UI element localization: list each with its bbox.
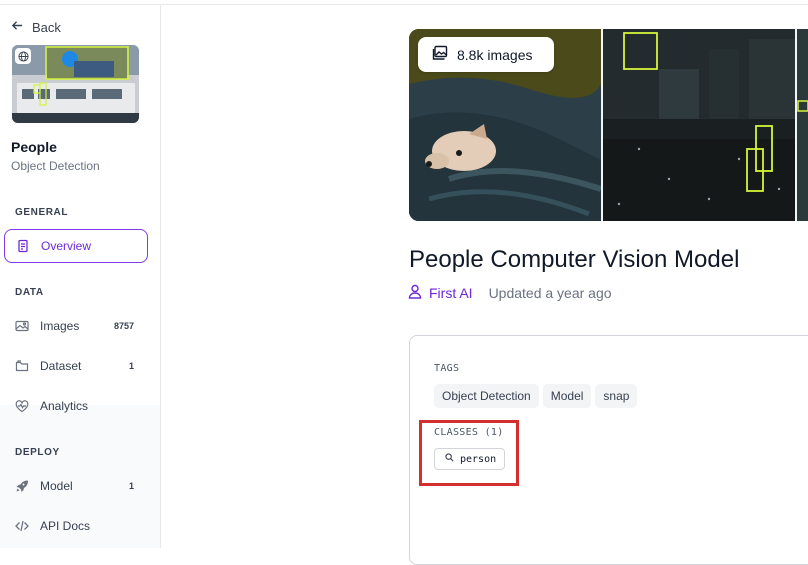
user-icon bbox=[408, 284, 422, 302]
section-general: GENERAL bbox=[15, 207, 69, 218]
image-icon bbox=[15, 319, 29, 333]
image-count-badge[interactable]: 8.8k images bbox=[418, 37, 554, 72]
sidebar-item-images[interactable]: Images 8757 bbox=[4, 309, 148, 343]
sidebar-item-label: Overview bbox=[41, 239, 92, 253]
tag-chip[interactable]: snap bbox=[595, 384, 638, 408]
sidebar-item-model[interactable]: Model 1 bbox=[4, 469, 148, 503]
page-title: People Computer Vision Model bbox=[409, 246, 740, 273]
back-button[interactable]: Back bbox=[11, 19, 61, 35]
section-deploy: DEPLOY bbox=[15, 447, 60, 458]
tag-list: Object Detection Model snap bbox=[434, 384, 638, 408]
sidebar-item-label: Analytics bbox=[40, 399, 89, 413]
sidebar-item-label: Images bbox=[40, 319, 80, 333]
project-type: Object Detection bbox=[11, 159, 100, 173]
updated-text: Updated a year ago bbox=[488, 285, 612, 301]
images-icon bbox=[432, 45, 448, 64]
class-chip-person[interactable]: person bbox=[434, 448, 505, 470]
sidebar-item-label: Model bbox=[40, 479, 73, 493]
arrow-left-icon bbox=[11, 19, 24, 35]
sidebar-item-overview[interactable]: Overview bbox=[4, 229, 148, 263]
heart-pulse-icon bbox=[15, 399, 29, 413]
project-meta: First AI Updated a year ago bbox=[408, 284, 612, 302]
author-link[interactable]: First AI bbox=[429, 285, 473, 301]
image-count-label: 8.8k images bbox=[457, 46, 533, 63]
folder-icon bbox=[15, 359, 29, 373]
images-count-badge: 8757 bbox=[113, 321, 134, 331]
sidebar-item-analytics[interactable]: Analytics bbox=[4, 389, 148, 423]
document-icon bbox=[16, 239, 30, 253]
sidebar-item-label: API Docs bbox=[40, 519, 91, 533]
dataset-count-badge: 1 bbox=[128, 361, 134, 371]
tags-label: TAGS bbox=[434, 363, 460, 374]
section-data: DATA bbox=[15, 287, 44, 298]
class-label: person bbox=[460, 453, 497, 465]
sidebar-item-label: Dataset bbox=[40, 359, 82, 373]
project-thumbnail bbox=[12, 45, 139, 123]
globe-icon bbox=[15, 48, 31, 64]
tag-chip[interactable]: Object Detection bbox=[434, 384, 539, 408]
tag-chip[interactable]: Model bbox=[542, 384, 592, 408]
project-name: People bbox=[11, 139, 57, 155]
sidebar-item-dataset[interactable]: Dataset 1 bbox=[4, 349, 148, 383]
code-icon bbox=[15, 519, 29, 533]
search-icon bbox=[445, 453, 454, 465]
back-label: Back bbox=[32, 19, 61, 35]
classes-label: CLASSES (1) bbox=[434, 427, 504, 438]
sidebar-item-api-docs[interactable]: API Docs bbox=[4, 509, 148, 543]
model-count-badge: 1 bbox=[128, 481, 134, 491]
rocket-icon bbox=[15, 479, 29, 493]
